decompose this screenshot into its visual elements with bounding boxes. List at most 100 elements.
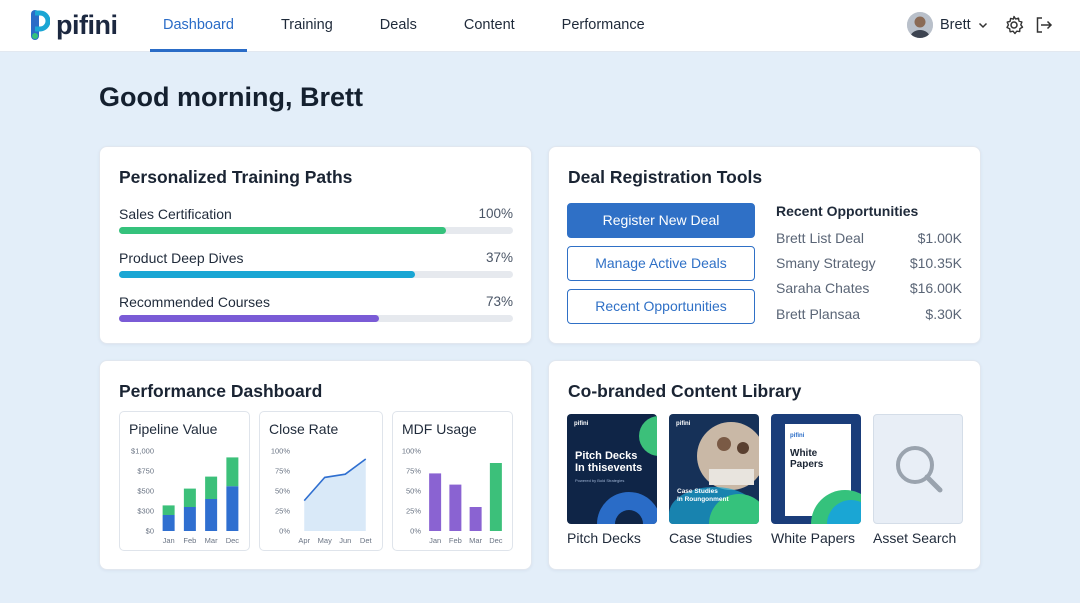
performance-dashboard-card: Performance Dashboard Pipeline Value $1,… xyxy=(99,360,532,570)
nav-deals[interactable]: Deals xyxy=(367,0,430,52)
y-tick-label: 75% xyxy=(406,467,421,476)
training-path-recommended-courses[interactable]: Recommended Courses 73% xyxy=(119,294,513,322)
mdf-bar xyxy=(429,473,442,531)
tile-caption-case-studies[interactable]: Case Studies xyxy=(669,530,752,546)
x-tick-label: May xyxy=(318,536,332,545)
opportunity-name: Saraha Chates xyxy=(776,280,870,296)
pifini-logo-icon xyxy=(31,10,50,40)
training-path-percent: 73% xyxy=(485,294,513,309)
pipeline-bar-blue xyxy=(183,507,196,531)
opportunity-amount: $.30K xyxy=(925,306,962,322)
mdf-bar xyxy=(469,507,482,531)
training-path-label: Sales Certification xyxy=(119,206,232,222)
card-title: Co-branded Content Library xyxy=(568,381,802,401)
x-tick-label: Det xyxy=(360,536,373,545)
case-studies-tile[interactable]: pifini Case Studies In Roungonment xyxy=(669,414,759,524)
x-tick-label: Mar xyxy=(469,536,482,545)
top-navigation-bar: pifini Dashboard Training Deals Content … xyxy=(0,0,1080,52)
avatar-icon xyxy=(907,12,933,38)
x-tick-label: Apr xyxy=(298,536,310,545)
y-tick-label: 100% xyxy=(271,447,291,456)
opportunity-amount: $10.35K xyxy=(909,255,962,271)
tile-brand: pifini xyxy=(790,433,805,439)
pitch-decks-tile[interactable]: pifini Pitch Decks In thisevents Powered… xyxy=(567,414,657,524)
opportunity-row[interactable]: Brett List Deal $1.00K xyxy=(776,230,962,246)
user-name: Brett xyxy=(940,17,971,33)
training-path-label: Recommended Courses xyxy=(119,294,270,310)
y-tick-label: $300 xyxy=(137,507,154,516)
recent-opportunities-heading: Recent Opportunities xyxy=(776,203,919,219)
pipeline-bar-blue xyxy=(205,499,218,531)
y-tick-label: 25% xyxy=(406,507,421,516)
search-icon xyxy=(896,446,943,493)
opportunity-row[interactable]: Saraha Chates $16.00K xyxy=(776,280,962,296)
pipeline-bar-green xyxy=(183,488,196,507)
logout-icon[interactable] xyxy=(1034,15,1054,35)
progress-track xyxy=(119,227,513,234)
tile-heading: Case Studies In Roungonment xyxy=(677,488,729,503)
logo-text: pifini xyxy=(56,10,118,40)
training-path-label: Product Deep Dives xyxy=(119,250,244,266)
manage-active-deals-button[interactable]: Manage Active Deals xyxy=(567,246,755,281)
training-path-product-deep-dives[interactable]: Product Deep Dives 37% xyxy=(119,250,513,278)
y-tick-label: 0% xyxy=(279,527,290,536)
close-rate-plot: 100% 75% 50% 25% 0% Apr May Jun Det xyxy=(271,447,373,546)
avatar xyxy=(907,12,933,38)
close-rate-chart[interactable]: Close Rate 100% 75% 50% 25% 0% Apr May Jun Det xyxy=(259,411,383,551)
progress-track xyxy=(119,315,513,322)
x-tick-label: Mar xyxy=(205,536,218,545)
y-tick-label: $1,000 xyxy=(131,447,154,456)
nav-dashboard[interactable]: Dashboard xyxy=(150,0,247,52)
pipeline-bar-green xyxy=(226,457,239,487)
mdf-usage-chart[interactable]: MDF Usage 100% 75% 50% 25% 0% Jan Feb Mar Dec xyxy=(392,411,513,551)
pipeline-bar-blue xyxy=(226,486,239,531)
opportunity-row[interactable]: Brett Plansaa $.30K xyxy=(776,306,962,322)
nav-training[interactable]: Training xyxy=(268,0,346,52)
tile-heading: White Papers xyxy=(790,448,824,470)
pipeline-bar-green xyxy=(162,505,175,515)
nav-content[interactable]: Content xyxy=(451,0,528,52)
chart-title: Close Rate xyxy=(269,421,339,437)
nav-performance[interactable]: Performance xyxy=(549,0,658,52)
asset-search-tile[interactable] xyxy=(873,414,963,524)
pipeline-value-chart[interactable]: Pipeline Value $1,000 $750 $500 $300 $0 Jan Fe… xyxy=(119,411,250,551)
white-papers-tile[interactable]: pifini White Papers xyxy=(771,414,861,524)
x-tick-label: Jan xyxy=(163,536,175,545)
training-paths-card: Personalized Training Paths Sales Certif… xyxy=(99,146,532,344)
training-path-percent: 100% xyxy=(478,206,513,221)
opportunity-name: Smany Strategy xyxy=(776,255,876,271)
opportunity-amount: $1.00K xyxy=(917,230,962,246)
y-tick-label: 75% xyxy=(275,467,290,476)
recent-opportunities-button[interactable]: Recent Opportunities xyxy=(567,289,755,324)
x-tick-label: Dec xyxy=(226,536,240,545)
y-tick-label: $500 xyxy=(137,487,154,496)
card-title: Personalized Training Paths xyxy=(119,167,353,187)
opportunity-row[interactable]: Smany Strategy $10.35K xyxy=(776,255,962,271)
pipeline-bar-green xyxy=(205,476,218,499)
chart-title: Pipeline Value xyxy=(129,421,218,437)
pipeline-bar-blue xyxy=(162,515,175,531)
y-tick-label: $750 xyxy=(137,467,154,476)
tile-caption-asset-search[interactable]: Asset Search xyxy=(873,530,956,546)
user-menu[interactable]: Brett xyxy=(907,12,989,38)
tile-heading: Pitch Decks In thisevents xyxy=(575,450,643,474)
training-path-percent: 37% xyxy=(485,250,513,265)
x-tick-label: Jun xyxy=(339,536,351,545)
gear-icon[interactable] xyxy=(1004,15,1024,35)
y-tick-label: 50% xyxy=(275,487,290,496)
y-tick-label: 0% xyxy=(410,527,421,536)
main-nav: Dashboard Training Deals Content Perform… xyxy=(150,0,679,52)
tile-caption-pitch-decks[interactable]: Pitch Decks xyxy=(567,530,641,546)
training-path-sales-certification[interactable]: Sales Certification 100% xyxy=(119,206,513,234)
mdf-usage-plot: 100% 75% 50% 25% 0% Jan Feb Mar Dec xyxy=(402,447,503,546)
page-title: Good morning, Brett xyxy=(99,82,363,112)
deal-registration-card: Deal Registration Tools Register New Dea… xyxy=(548,146,981,344)
tile-caption-white-papers[interactable]: White Papers xyxy=(771,530,855,546)
y-tick-label: 100% xyxy=(402,447,422,456)
logo[interactable]: pifini xyxy=(28,10,118,40)
opportunity-amount: $16.00K xyxy=(909,280,962,296)
register-new-deal-button[interactable]: Register New Deal xyxy=(567,203,755,238)
progress-fill xyxy=(119,271,415,278)
y-tick-label: 25% xyxy=(275,507,290,516)
close-rate-area xyxy=(304,459,366,531)
